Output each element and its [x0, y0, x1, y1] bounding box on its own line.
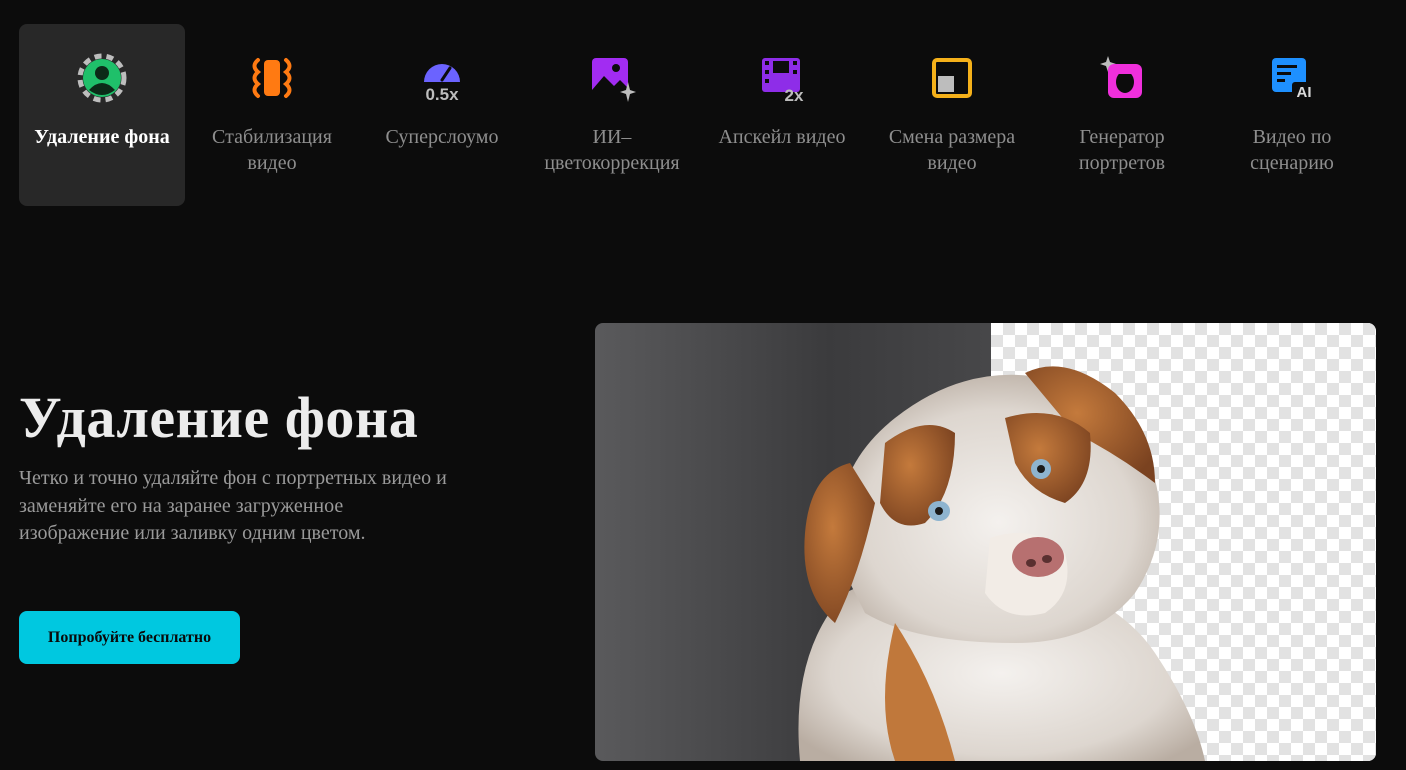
portrait-generator-icon: [1096, 52, 1148, 104]
try-free-button[interactable]: Попробуйте бесплатно: [19, 611, 240, 664]
person-cutout-icon: [76, 52, 128, 104]
ai-badge: AI: [1297, 84, 1312, 101]
tab-background-removal[interactable]: Удаление фона: [19, 24, 185, 206]
tab-label: Стабилизация видео: [212, 126, 332, 174]
dog-photo: [798, 366, 1205, 761]
speed-badge: 0.5x: [425, 85, 459, 104]
tab-video-stabilization[interactable]: Стабилизация видео: [189, 24, 355, 206]
background-removal-preview: [595, 323, 1376, 761]
tab-label: Генератор портретов: [1078, 126, 1166, 174]
tab-portrait-generator[interactable]: Генератор портретов: [1039, 24, 1205, 206]
feature-tabs: Удаление фона Стабилизация видео 0.5x Су…: [19, 24, 1379, 206]
tab-video-upscale[interactable]: 2x Апскейл видео: [699, 24, 865, 206]
tab-label: Удаление фона: [34, 126, 170, 148]
scale-badge: 2x: [785, 86, 804, 104]
ai-color-image-icon: [586, 52, 638, 104]
stabilize-icon: [246, 52, 298, 104]
upscale-film-icon: 2x: [756, 52, 808, 104]
tab-super-slowmo[interactable]: 0.5x Суперслоумо: [359, 24, 525, 206]
tab-label: ИИ–цветокоррекция: [544, 126, 680, 174]
slow-motion-icon: 0.5x: [416, 52, 468, 104]
hero-description: Четко и точно удаляйте фон с портретных …: [19, 467, 447, 544]
hero-title: Удаление фона: [19, 385, 419, 450]
tab-label: Апскейл видео: [718, 126, 846, 148]
tab-script-to-video[interactable]: AI Видео по сценарию: [1209, 24, 1375, 206]
tab-label: Суперслоумо: [385, 126, 499, 148]
tab-label: Видео по сценарию: [1250, 126, 1334, 174]
tab-video-resize[interactable]: Смена размера видео: [869, 24, 1035, 206]
script-to-video-icon: AI: [1266, 52, 1318, 104]
tab-label: Смена размера видео: [888, 126, 1016, 174]
resize-icon: [926, 52, 978, 104]
tab-ai-color-correction[interactable]: ИИ–цветокоррекция: [529, 24, 695, 206]
page: Удаление фона Стабилизация видео 0.5x Су…: [0, 0, 1406, 770]
